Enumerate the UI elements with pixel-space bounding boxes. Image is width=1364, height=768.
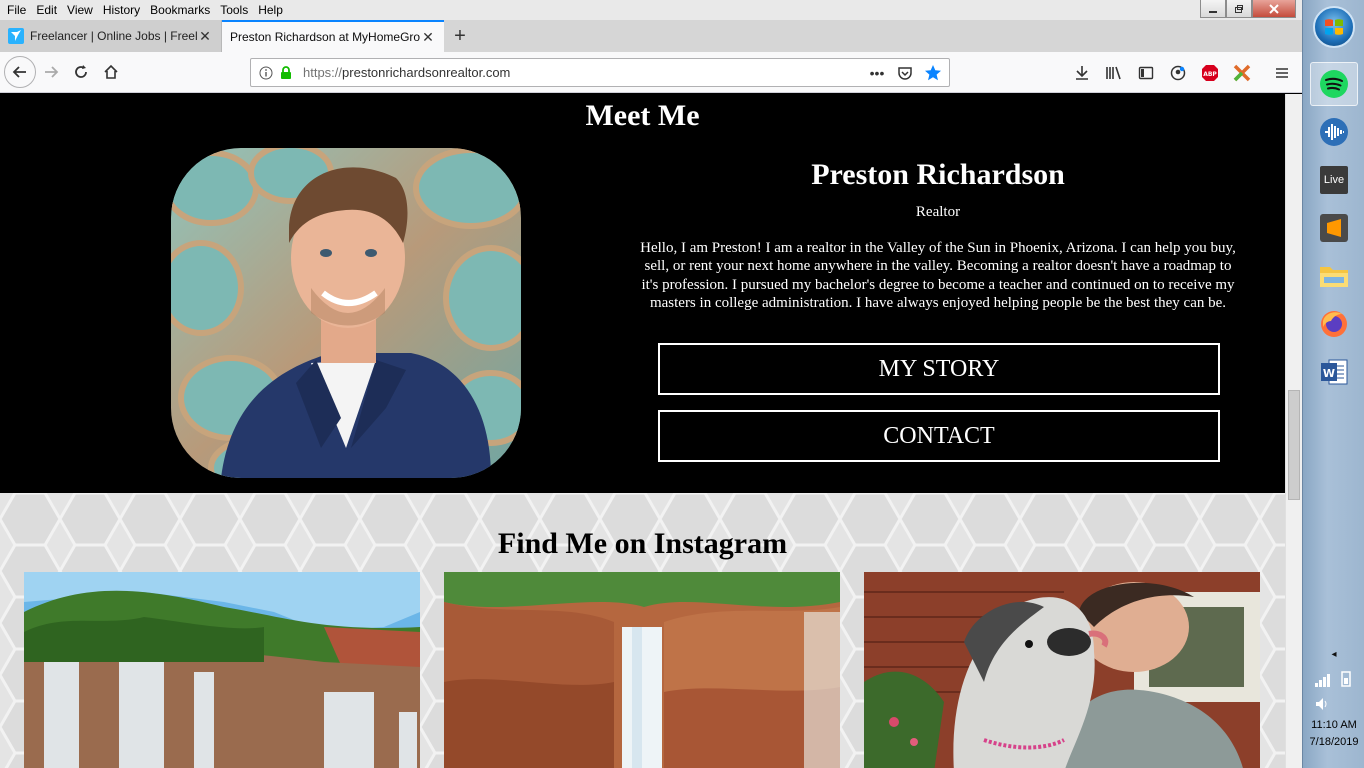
back-arrow-icon bbox=[12, 66, 26, 78]
agent-name: Preston Richardson bbox=[811, 158, 1065, 191]
taskbar-spotify[interactable] bbox=[1310, 62, 1358, 106]
close-tab-icon[interactable]: ✕ bbox=[197, 28, 213, 45]
pocket-icon[interactable] bbox=[895, 63, 915, 83]
close-window-button[interactable] bbox=[1252, 0, 1296, 18]
navigation-toolbar: https://prestonrichardsonrealtor.com •••… bbox=[0, 52, 1302, 93]
minimize-icon bbox=[1209, 10, 1217, 13]
svg-text:W: W bbox=[1323, 367, 1335, 380]
tab-freelancer[interactable]: Freelancer | Online Jobs | Freela ✕ bbox=[0, 20, 222, 52]
live-label: Live bbox=[1323, 174, 1345, 186]
menu-tools[interactable]: Tools bbox=[215, 0, 253, 20]
taskbar-word[interactable]: W bbox=[1310, 350, 1358, 394]
back-button[interactable] bbox=[4, 56, 36, 88]
meet-me-section: Meet Me Preston Richardson Realtor Hello… bbox=[0, 94, 1285, 493]
svg-text:ABP: ABP bbox=[1203, 71, 1217, 78]
taskbar-voice-app[interactable] bbox=[1310, 110, 1358, 154]
taskbar-sublime-text[interactable] bbox=[1310, 206, 1358, 250]
firefox-icon bbox=[1321, 311, 1347, 337]
taskbar-live[interactable]: Live bbox=[1310, 158, 1358, 202]
taskbar-firefox[interactable] bbox=[1310, 302, 1358, 346]
menu-bar: File Edit View History Bookmarks Tools H… bbox=[0, 0, 1302, 20]
clock-time[interactable]: 11:10 AM bbox=[1303, 719, 1364, 731]
library-icon[interactable] bbox=[1104, 63, 1124, 83]
lock-icon[interactable] bbox=[279, 65, 293, 80]
extension-icon[interactable] bbox=[1232, 63, 1252, 83]
home-icon bbox=[104, 64, 118, 79]
start-button[interactable] bbox=[1313, 6, 1355, 48]
freelancer-bird-icon bbox=[8, 28, 24, 44]
sidebar-icon[interactable] bbox=[1136, 63, 1156, 83]
meet-me-heading: Meet Me bbox=[585, 99, 700, 132]
hamburger-menu-icon[interactable] bbox=[1272, 63, 1292, 83]
tab-title: Freelancer | Online Jobs | Freela bbox=[30, 29, 197, 43]
menu-history[interactable]: History bbox=[98, 0, 145, 20]
close-tab-icon[interactable]: ✕ bbox=[420, 29, 436, 46]
reload-button[interactable] bbox=[66, 57, 96, 87]
downloads-icon[interactable] bbox=[1072, 63, 1092, 83]
instagram-photo-dog-kiss[interactable] bbox=[864, 572, 1260, 768]
menu-edit[interactable]: Edit bbox=[31, 0, 62, 20]
show-hidden-icons-icon[interactable]: ◂ bbox=[1303, 649, 1364, 660]
menu-bookmarks[interactable]: Bookmarks bbox=[145, 0, 215, 20]
new-tab-button[interactable]: + bbox=[444, 20, 476, 52]
url-host: prestonrichardsonrealtor.com bbox=[342, 65, 511, 80]
tab-title: Preston Richardson at MyHomeGro bbox=[230, 30, 420, 44]
agent-bio: Hello, I am Preston! I am a realtor in t… bbox=[640, 240, 1236, 311]
live-icon: Live bbox=[1320, 166, 1348, 194]
page-actions-icon[interactable]: ••• bbox=[867, 63, 887, 83]
restore-icon bbox=[1235, 4, 1243, 13]
agent-role: Realtor bbox=[915, 204, 961, 220]
menu-file[interactable]: File bbox=[2, 0, 31, 20]
instagram-photo-canyon-waterfall[interactable] bbox=[444, 572, 840, 768]
network-signal-icon[interactable] bbox=[1315, 673, 1331, 687]
tab-preston-richardson[interactable]: Preston Richardson at MyHomeGro ✕ bbox=[222, 20, 444, 52]
battery-icon[interactable] bbox=[1339, 671, 1353, 687]
instagram-photo-waterfall-cliffs[interactable] bbox=[24, 572, 420, 768]
page-scrollbar[interactable] bbox=[1285, 94, 1302, 768]
instagram-section: Find Me on Instagram bbox=[0, 493, 1285, 768]
window-controls bbox=[1200, 0, 1296, 18]
voice-app-icon bbox=[1320, 118, 1348, 146]
reload-icon bbox=[75, 65, 87, 78]
my-story-button[interactable]: MY STORY bbox=[658, 343, 1220, 395]
contact-button[interactable]: CONTACT bbox=[658, 410, 1220, 462]
adblock-plus-icon[interactable]: ABP bbox=[1200, 63, 1220, 83]
windows-logo-icon bbox=[1325, 19, 1343, 35]
volume-icon[interactable] bbox=[1315, 697, 1329, 711]
account-icon[interactable] bbox=[1168, 63, 1188, 83]
url-scheme: https:// bbox=[303, 65, 343, 80]
minimize-button[interactable] bbox=[1200, 0, 1226, 18]
menu-help[interactable]: Help bbox=[253, 0, 288, 20]
address-bar[interactable]: https://prestonrichardsonrealtor.com ••• bbox=[250, 58, 950, 87]
sublime-text-icon bbox=[1320, 214, 1348, 242]
windows-taskbar: Live W ◂ 11:10 AM 7/18/2019 bbox=[1302, 0, 1364, 768]
file-explorer-icon bbox=[1320, 267, 1348, 287]
bookmark-star-icon[interactable] bbox=[923, 63, 943, 83]
info-icon[interactable] bbox=[259, 66, 273, 80]
page-viewport: Meet Me Preston Richardson Realtor Hello… bbox=[0, 94, 1285, 768]
close-icon bbox=[1269, 3, 1279, 14]
taskbar-file-explorer[interactable] bbox=[1310, 254, 1358, 298]
tab-bar: Freelancer | Online Jobs | Freela ✕ Pres… bbox=[0, 20, 1302, 52]
portrait-photo bbox=[171, 148, 521, 478]
spotify-icon bbox=[1320, 70, 1348, 98]
home-button[interactable] bbox=[96, 57, 126, 87]
word-icon: W bbox=[1321, 359, 1348, 385]
restore-button[interactable] bbox=[1226, 0, 1252, 18]
menu-view[interactable]: View bbox=[62, 0, 98, 20]
scrollbar-thumb[interactable] bbox=[1288, 390, 1300, 500]
forward-button[interactable] bbox=[36, 57, 66, 87]
url-text: https://prestonrichardsonrealtor.com bbox=[303, 65, 510, 80]
clock-date[interactable]: 7/18/2019 bbox=[1303, 736, 1364, 748]
forward-arrow-icon bbox=[45, 66, 59, 78]
instagram-heading: Find Me on Instagram bbox=[497, 527, 788, 560]
